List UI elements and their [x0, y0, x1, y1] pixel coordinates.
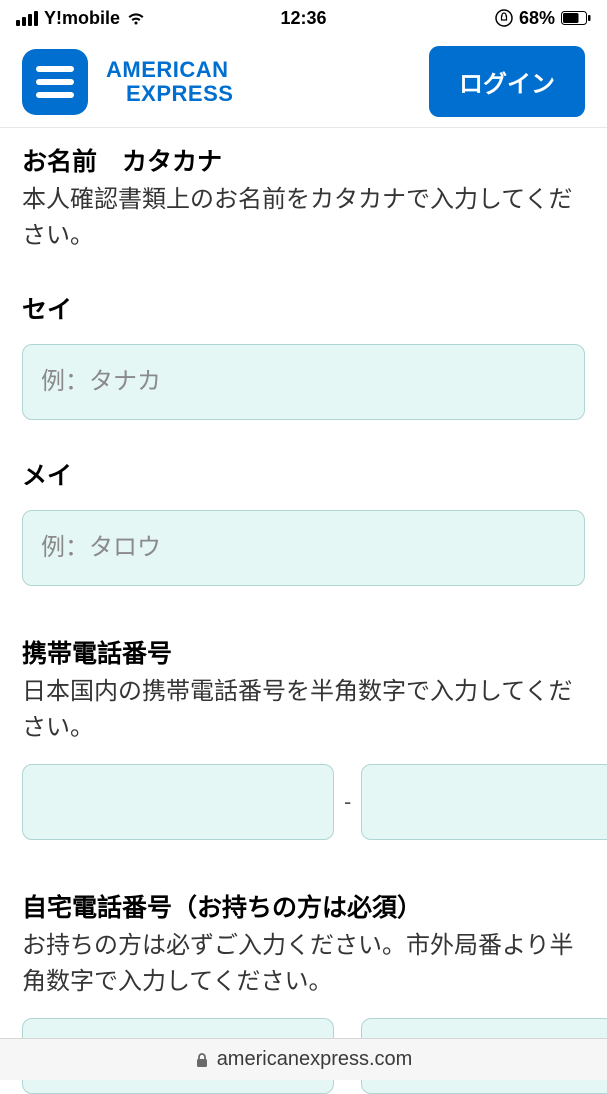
app-header: AMERICAN EXPRESS ログイン	[0, 36, 607, 128]
domain-label: americanexpress.com	[217, 1048, 413, 1071]
mei-input[interactable]	[22, 510, 585, 586]
lock-icon	[195, 1052, 209, 1068]
battery-percent: 68%	[519, 8, 555, 29]
carrier-label: Y!mobile	[44, 8, 120, 29]
sei-input[interactable]	[22, 344, 585, 420]
home-section-description: お持ちの方は必ずご入力ください。市外局番より半角数字で入力してください。	[22, 928, 585, 1000]
cellular-signal-icon	[16, 11, 38, 26]
home-section-title: 自宅電話番号（お持ちの方は必須）	[22, 888, 585, 924]
hamburger-line-icon	[36, 79, 74, 85]
sei-label: セイ	[22, 290, 585, 326]
mobile-phone-part1[interactable]	[22, 764, 334, 840]
brand-logo: AMERICAN EXPRESS	[106, 58, 233, 104]
header-left: AMERICAN EXPRESS	[22, 49, 233, 115]
status-left: Y!mobile	[16, 8, 146, 29]
wifi-icon	[126, 11, 146, 26]
logo-line1: AMERICAN	[106, 58, 233, 81]
rotation-lock-icon	[495, 9, 513, 27]
name-section-title: お名前 カタカナ	[22, 142, 585, 178]
mobile-phone-row: - -	[22, 764, 585, 840]
mei-label: メイ	[22, 456, 585, 492]
hamburger-line-icon	[36, 92, 74, 98]
dash-separator: -	[342, 789, 353, 815]
login-button[interactable]: ログイン	[429, 46, 585, 117]
menu-button[interactable]	[22, 49, 88, 115]
browser-bottom-bar: americanexpress.com	[0, 1038, 607, 1080]
mobile-phone-part2[interactable]	[361, 764, 607, 840]
mobile-section-description: 日本国内の携帯電話番号を半角数字で入力してください。	[22, 674, 585, 746]
form-content: お名前 カタカナ 本人確認書類上のお名前をカタカナで入力してください。 セイ メ…	[0, 128, 607, 1094]
status-bar: Y!mobile 12:36 68%	[0, 0, 607, 36]
logo-line2: EXPRESS	[106, 82, 233, 105]
hamburger-line-icon	[36, 66, 74, 72]
name-section-description: 本人確認書類上のお名前をカタカナで入力してください。	[22, 182, 585, 254]
battery-icon	[561, 11, 591, 25]
status-right: 68%	[495, 8, 591, 29]
mobile-section-title: 携帯電話番号	[22, 634, 585, 670]
clock: 12:36	[280, 8, 326, 29]
